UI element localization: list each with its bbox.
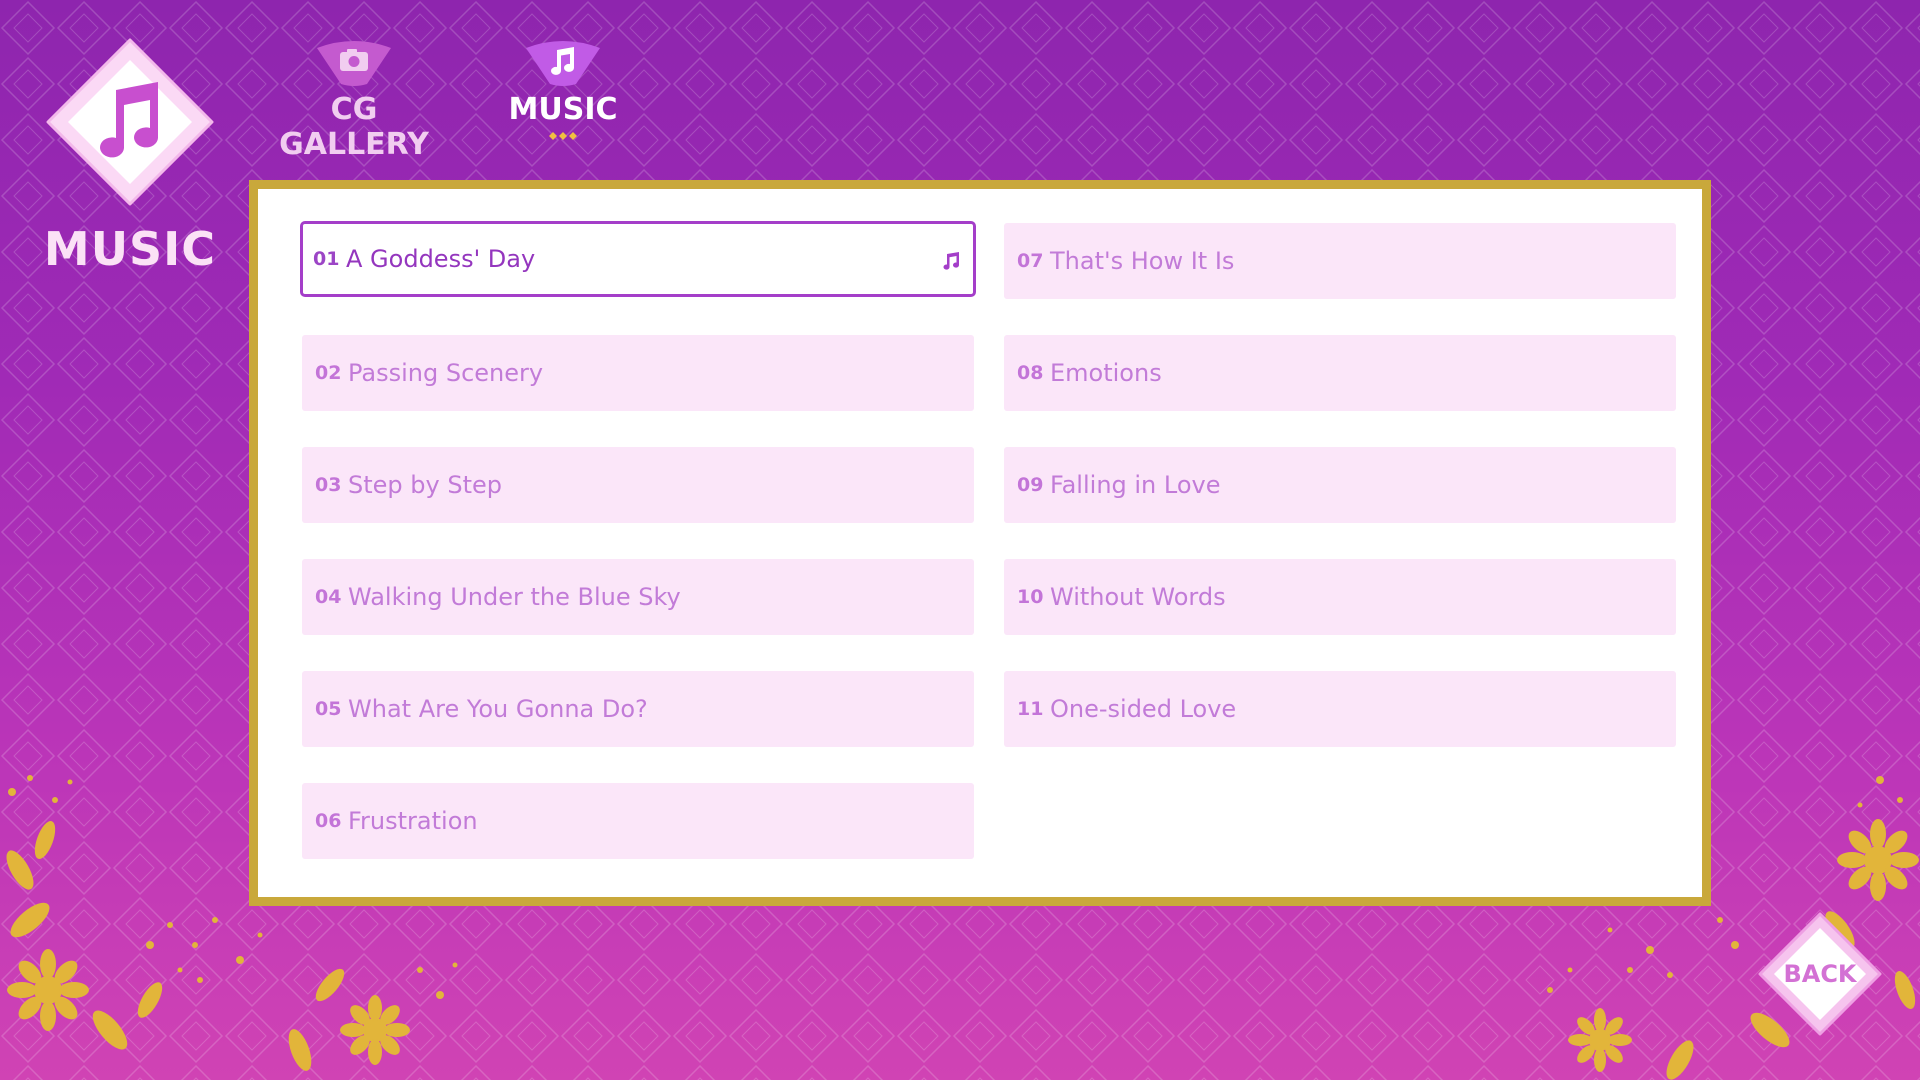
track-title: Walking Under the Blue Sky <box>348 583 681 611</box>
active-tab-indicator <box>549 132 577 140</box>
track-title: Frustration <box>348 807 478 835</box>
track-item[interactable]: 04 Walking Under the Blue Sky <box>302 559 974 635</box>
track-number: 04 <box>315 586 342 608</box>
tab-label: MUSIC <box>508 92 618 127</box>
now-playing-icon <box>943 252 960 270</box>
track-title: Step by Step <box>348 471 502 499</box>
track-title: One-sided Love <box>1050 695 1237 723</box>
track-title: Passing Scenery <box>348 359 544 387</box>
track-number: 02 <box>315 362 342 384</box>
track-item[interactable]: 01 A Goddess' Day <box>300 221 976 297</box>
track-item[interactable]: 09 Falling in Love <box>1004 447 1676 523</box>
camera-icon <box>317 41 391 86</box>
track-title: What Are You Gonna Do? <box>348 695 648 723</box>
track-item[interactable]: 02 Passing Scenery <box>302 335 974 411</box>
track-title: Without Words <box>1050 583 1226 611</box>
music-note-icon <box>46 38 214 206</box>
tab-music[interactable]: MUSIC <box>500 40 626 141</box>
track-number: 01 <box>313 248 340 270</box>
page-badge <box>46 38 214 206</box>
track-item[interactable]: 05 What Are You Gonna Do? <box>302 671 974 747</box>
track-number: 06 <box>315 810 342 832</box>
back-button[interactable]: BACK <box>1758 912 1882 1036</box>
track-item[interactable]: 07 That's How It Is <box>1004 223 1676 299</box>
track-number: 05 <box>315 698 342 720</box>
track-list-panel: 01 A Goddess' Day 02 Passing Scenery 03 … <box>249 180 1711 906</box>
music-note-icon <box>526 41 600 86</box>
track-item[interactable]: 08 Emotions <box>1004 335 1676 411</box>
track-number: 07 <box>1017 250 1044 272</box>
track-title: That's How It Is <box>1050 247 1235 275</box>
tab-cg-gallery[interactable]: CG GALLERY <box>256 40 452 162</box>
track-title: Emotions <box>1050 359 1162 387</box>
track-number: 03 <box>315 474 342 496</box>
track-item[interactable]: 10 Without Words <box>1004 559 1676 635</box>
track-item[interactable]: 06 Frustration <box>302 783 974 859</box>
track-item[interactable]: 03 Step by Step <box>302 447 974 523</box>
track-item[interactable]: 11 One-sided Love <box>1004 671 1676 747</box>
tab-label: CG GALLERY <box>279 92 429 162</box>
back-label: BACK <box>1783 960 1857 988</box>
page-title: MUSIC <box>43 222 217 276</box>
track-number: 11 <box>1017 698 1044 720</box>
track-number: 10 <box>1017 586 1044 608</box>
track-title: Falling in Love <box>1050 471 1221 499</box>
track-title: A Goddess' Day <box>346 245 536 273</box>
track-number: 09 <box>1017 474 1044 496</box>
track-number: 08 <box>1017 362 1044 384</box>
